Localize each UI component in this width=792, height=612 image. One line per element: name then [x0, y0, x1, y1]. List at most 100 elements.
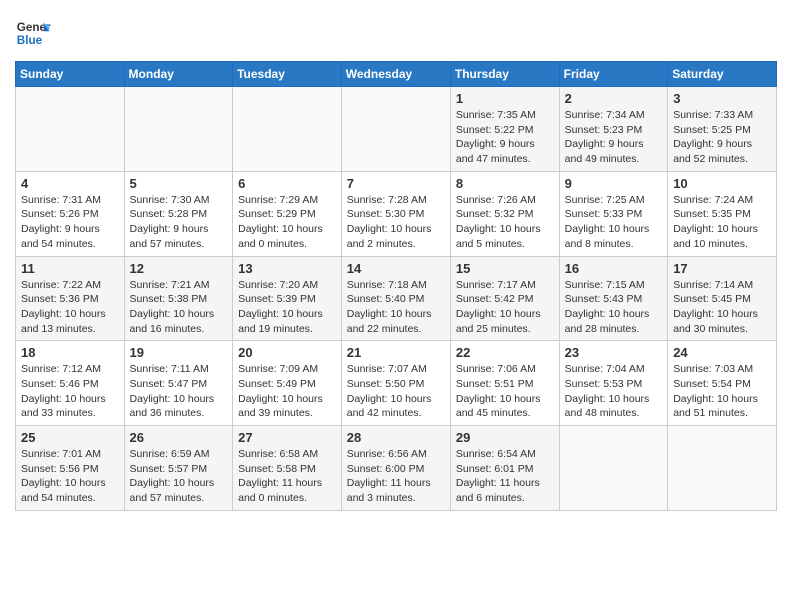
calendar-cell	[124, 87, 233, 172]
weekday-header-thursday: Thursday	[450, 62, 559, 87]
day-number: 1	[456, 91, 554, 106]
day-info: Sunrise: 7:18 AM Sunset: 5:40 PM Dayligh…	[347, 278, 445, 337]
day-number: 17	[673, 261, 771, 276]
day-number: 11	[21, 261, 119, 276]
day-number: 22	[456, 345, 554, 360]
calendar-cell: 7 Sunrise: 7:28 AM Sunset: 5:30 PM Daylig…	[341, 171, 450, 256]
day-info: Sunrise: 7:20 AM Sunset: 5:39 PM Dayligh…	[238, 278, 336, 337]
day-number: 28	[347, 430, 445, 445]
day-info: Sunrise: 7:31 AM Sunset: 5:26 PM Dayligh…	[21, 193, 119, 252]
calendar-cell: 17Sunrise: 7:14 AM Sunset: 5:45 PM Dayli…	[668, 256, 777, 341]
day-number: 18	[21, 345, 119, 360]
day-number: 14	[347, 261, 445, 276]
day-number: 8	[456, 176, 554, 191]
calendar-cell: 13 Sunrise: 7:20 AM Sunset: 5:39 PM Dayli…	[233, 256, 342, 341]
calendar-cell: 29 Sunrise: 6:54 AM Sunset: 6:01 PM Dayli…	[450, 426, 559, 511]
calendar-cell: 24 Sunrise: 7:03 AM Sunset: 5:54 PM Dayli…	[668, 341, 777, 426]
day-info: Sunrise: 6:56 AM Sunset: 6:00 PM Dayligh…	[347, 447, 445, 506]
day-number: 27	[238, 430, 336, 445]
calendar-week-3: 11 Sunrise: 7:22 AM Sunset: 5:36 PM Dayli…	[16, 256, 777, 341]
calendar-cell	[559, 426, 668, 511]
day-number: 10	[673, 176, 771, 191]
day-info: Sunrise: 7:33 AM Sunset: 5:25 PM Dayligh…	[673, 108, 771, 167]
weekday-header-sunday: Sunday	[16, 62, 125, 87]
weekday-header-tuesday: Tuesday	[233, 62, 342, 87]
day-info: Sunrise: 7:28 AM Sunset: 5:30 PM Dayligh…	[347, 193, 445, 252]
day-number: 4	[21, 176, 119, 191]
calendar-week-4: 18 Sunrise: 7:12 AM Sunset: 5:46 PM Dayli…	[16, 341, 777, 426]
calendar-cell: 19Sunrise: 7:11 AM Sunset: 5:47 PM Dayli…	[124, 341, 233, 426]
day-number: 16	[565, 261, 663, 276]
calendar-cell: 4 Sunrise: 7:31 AM Sunset: 5:26 PM Daylig…	[16, 171, 125, 256]
day-info: Sunrise: 7:06 AM Sunset: 5:51 PM Dayligh…	[456, 362, 554, 421]
day-info: Sunrise: 7:35 AM Sunset: 5:22 PM Dayligh…	[456, 108, 554, 167]
weekday-header-row: SundayMondayTuesdayWednesdayThursdayFrid…	[16, 62, 777, 87]
day-number: 2	[565, 91, 663, 106]
day-info: Sunrise: 7:12 AM Sunset: 5:46 PM Dayligh…	[21, 362, 119, 421]
day-info: Sunrise: 6:54 AM Sunset: 6:01 PM Dayligh…	[456, 447, 554, 506]
day-info: Sunrise: 7:09 AM Sunset: 5:49 PM Dayligh…	[238, 362, 336, 421]
day-number: 26	[130, 430, 228, 445]
day-number: 24	[673, 345, 771, 360]
logo: General Blue	[15, 15, 55, 51]
calendar-cell: 8 Sunrise: 7:26 AM Sunset: 5:32 PM Daylig…	[450, 171, 559, 256]
calendar-cell: 9Sunrise: 7:25 AM Sunset: 5:33 PM Daylig…	[559, 171, 668, 256]
day-info: Sunrise: 7:21 AM Sunset: 5:38 PM Dayligh…	[130, 278, 228, 337]
calendar-cell: 14 Sunrise: 7:18 AM Sunset: 5:40 PM Dayli…	[341, 256, 450, 341]
day-info: Sunrise: 6:59 AM Sunset: 5:57 PM Dayligh…	[130, 447, 228, 506]
calendar-cell: 6 Sunrise: 7:29 AM Sunset: 5:29 PM Daylig…	[233, 171, 342, 256]
calendar-cell	[668, 426, 777, 511]
day-info: Sunrise: 7:17 AM Sunset: 5:42 PM Dayligh…	[456, 278, 554, 337]
calendar-cell: 26 Sunrise: 6:59 AM Sunset: 5:57 PM Dayli…	[124, 426, 233, 511]
weekday-header-saturday: Saturday	[668, 62, 777, 87]
day-info: Sunrise: 7:29 AM Sunset: 5:29 PM Dayligh…	[238, 193, 336, 252]
calendar-cell: 1 Sunrise: 7:35 AM Sunset: 5:22 PM Daylig…	[450, 87, 559, 172]
calendar-cell: 5 Sunrise: 7:30 AM Sunset: 5:28 PM Daylig…	[124, 171, 233, 256]
calendar-week-1: 1 Sunrise: 7:35 AM Sunset: 5:22 PM Daylig…	[16, 87, 777, 172]
calendar-cell	[233, 87, 342, 172]
svg-text:Blue: Blue	[17, 34, 43, 47]
day-info: Sunrise: 7:25 AM Sunset: 5:33 PM Dayligh…	[565, 193, 663, 252]
day-number: 6	[238, 176, 336, 191]
day-number: 3	[673, 91, 771, 106]
calendar-cell: 27 Sunrise: 6:58 AM Sunset: 5:58 PM Dayli…	[233, 426, 342, 511]
calendar-cell: 25Sunrise: 7:01 AM Sunset: 5:56 PM Dayli…	[16, 426, 125, 511]
calendar-cell: 10Sunrise: 7:24 AM Sunset: 5:35 PM Dayli…	[668, 171, 777, 256]
weekday-header-friday: Friday	[559, 62, 668, 87]
calendar-week-5: 25Sunrise: 7:01 AM Sunset: 5:56 PM Dayli…	[16, 426, 777, 511]
day-number: 25	[21, 430, 119, 445]
day-info: Sunrise: 7:03 AM Sunset: 5:54 PM Dayligh…	[673, 362, 771, 421]
day-info: Sunrise: 7:15 AM Sunset: 5:43 PM Dayligh…	[565, 278, 663, 337]
calendar-cell: 12 Sunrise: 7:21 AM Sunset: 5:38 PM Dayli…	[124, 256, 233, 341]
weekday-header-wednesday: Wednesday	[341, 62, 450, 87]
calendar-cell: 22 Sunrise: 7:06 AM Sunset: 5:51 PM Dayli…	[450, 341, 559, 426]
calendar-cell: 3 Sunrise: 7:33 AM Sunset: 5:25 PM Daylig…	[668, 87, 777, 172]
calendar-week-2: 4 Sunrise: 7:31 AM Sunset: 5:26 PM Daylig…	[16, 171, 777, 256]
calendar-cell: 28 Sunrise: 6:56 AM Sunset: 6:00 PM Dayli…	[341, 426, 450, 511]
calendar-cell	[16, 87, 125, 172]
day-number: 12	[130, 261, 228, 276]
calendar-cell: 18 Sunrise: 7:12 AM Sunset: 5:46 PM Dayli…	[16, 341, 125, 426]
day-info: Sunrise: 7:30 AM Sunset: 5:28 PM Dayligh…	[130, 193, 228, 252]
day-info: Sunrise: 6:58 AM Sunset: 5:58 PM Dayligh…	[238, 447, 336, 506]
day-number: 29	[456, 430, 554, 445]
day-info: Sunrise: 7:07 AM Sunset: 5:50 PM Dayligh…	[347, 362, 445, 421]
day-info: Sunrise: 7:22 AM Sunset: 5:36 PM Dayligh…	[21, 278, 119, 337]
calendar-cell: 21Sunrise: 7:07 AM Sunset: 5:50 PM Dayli…	[341, 341, 450, 426]
page-header: General Blue	[15, 15, 777, 51]
day-number: 5	[130, 176, 228, 191]
day-info: Sunrise: 7:11 AM Sunset: 5:47 PM Dayligh…	[130, 362, 228, 421]
calendar-cell: 11 Sunrise: 7:22 AM Sunset: 5:36 PM Dayli…	[16, 256, 125, 341]
day-info: Sunrise: 7:04 AM Sunset: 5:53 PM Dayligh…	[565, 362, 663, 421]
calendar-cell: 23 Sunrise: 7:04 AM Sunset: 5:53 PM Dayli…	[559, 341, 668, 426]
calendar-table: SundayMondayTuesdayWednesdayThursdayFrid…	[15, 61, 777, 511]
calendar-cell	[341, 87, 450, 172]
day-number: 7	[347, 176, 445, 191]
day-number: 23	[565, 345, 663, 360]
calendar-cell: 2Sunrise: 7:34 AM Sunset: 5:23 PM Daylig…	[559, 87, 668, 172]
day-number: 13	[238, 261, 336, 276]
weekday-header-monday: Monday	[124, 62, 233, 87]
day-number: 15	[456, 261, 554, 276]
calendar-cell: 16 Sunrise: 7:15 AM Sunset: 5:43 PM Dayli…	[559, 256, 668, 341]
day-info: Sunrise: 7:26 AM Sunset: 5:32 PM Dayligh…	[456, 193, 554, 252]
